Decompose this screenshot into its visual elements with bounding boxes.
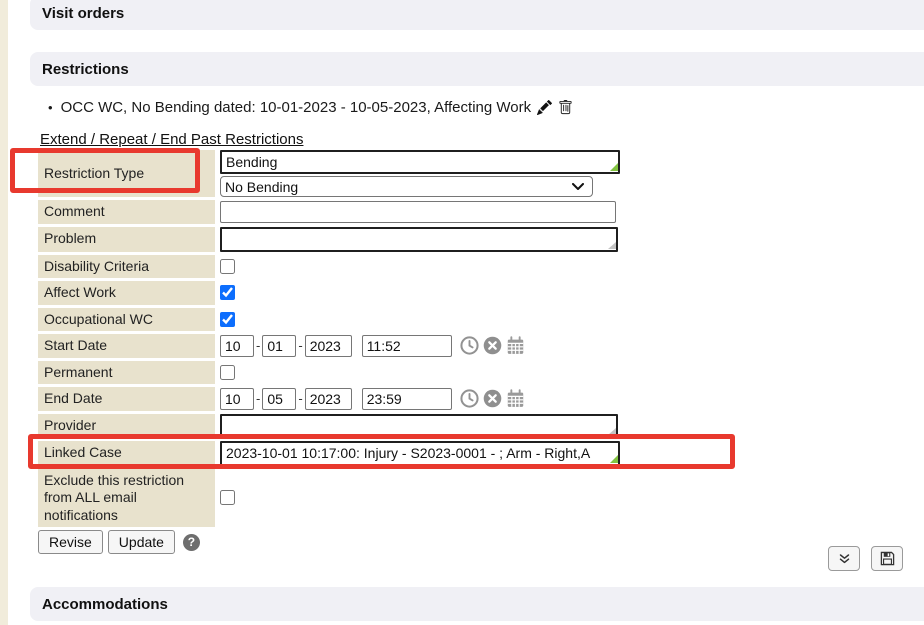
provider-label: Provider [38,414,215,438]
update-button[interactable]: Update [108,530,175,554]
edit-pencil-icon[interactable] [537,100,552,115]
start-month-input[interactable] [220,335,254,357]
section-visit-orders: Visit orders [30,0,924,30]
clock-icon[interactable] [460,336,479,355]
revise-button[interactable]: Revise [38,530,103,554]
permanent-label: Permanent [38,361,215,385]
linked-case-textarea[interactable]: 2023-10-01 10:17:00: Injury - S2023-0001… [220,441,620,466]
end-year-input[interactable] [305,388,352,410]
problem-textarea[interactable] [220,227,618,252]
delete-trash-icon[interactable] [558,100,573,115]
disability-criteria-label: Disability Criteria [38,255,215,279]
visit-orders-title: Visit orders [42,5,124,22]
clock-icon[interactable] [460,389,479,408]
calendar-icon[interactable] [506,389,525,408]
restriction-type-select[interactable]: No Bending [220,176,593,197]
restriction-category-textarea[interactable]: Bending [220,150,620,174]
help-icon[interactable]: ? [183,534,200,551]
date-separator: - [298,338,302,353]
end-month-input[interactable] [220,388,254,410]
restriction-list-item: • OCC WC, No Bending dated: 10-01-2023 -… [48,99,573,116]
restriction-item-text: OCC WC, No Bending dated: 10-01-2023 - 1… [61,99,532,116]
comment-label: Comment [38,200,215,224]
row-affect-work: Affect Work [38,281,678,305]
start-time-input[interactable] [362,335,452,357]
occupational-wc-label: Occupational WC [38,308,215,332]
restriction-form: Restriction Type Bending No Bending Comm… [38,150,678,554]
save-button[interactable] [871,546,903,571]
comment-input[interactable] [220,201,616,223]
affect-work-checkbox[interactable] [220,285,235,300]
exclude-email-checkbox[interactable] [220,490,235,505]
row-comment: Comment [38,200,678,224]
row-occupational-wc: Occupational WC [38,308,678,332]
save-disk-icon [880,551,895,566]
row-linked-case: Linked Case 2023-10-01 10:17:00: Injury … [38,441,678,466]
bullet-marker: • [48,100,53,115]
problem-label: Problem [38,227,215,252]
exclude-email-label: Exclude this restriction from ALL email … [38,469,215,528]
provider-textarea[interactable] [220,414,618,438]
row-end-date: End Date - - [38,387,678,411]
linked-case-label: Linked Case [38,441,215,466]
disability-criteria-checkbox[interactable] [220,259,235,274]
start-day-input[interactable] [262,335,296,357]
restriction-type-label: Restriction Type [38,150,215,197]
date-separator: - [298,391,302,406]
affect-work-label: Affect Work [38,281,215,305]
permanent-checkbox[interactable] [220,365,235,380]
calendar-icon[interactable] [506,336,525,355]
date-separator: - [256,338,260,353]
accommodations-title: Accommodations [42,596,168,613]
clear-date-icon[interactable] [483,336,502,355]
row-disability-criteria: Disability Criteria [38,255,678,279]
row-exclude-email: Exclude this restriction from ALL email … [38,469,678,528]
row-permanent: Permanent [38,361,678,385]
section-restrictions: Restrictions [30,52,924,86]
end-day-input[interactable] [262,388,296,410]
form-actions: Revise Update ? [38,530,678,554]
row-provider: Provider [38,414,678,438]
start-year-input[interactable] [305,335,352,357]
row-start-date: Start Date - - [38,334,678,358]
clear-date-icon[interactable] [483,389,502,408]
page-edge-strip [0,0,8,625]
row-problem: Problem [38,227,678,252]
occupational-wc-checkbox[interactable] [220,312,235,327]
section-accommodations: Accommodations [30,587,924,621]
end-date-label: End Date [38,387,215,411]
end-time-input[interactable] [362,388,452,410]
expand-section-button[interactable] [828,546,860,571]
extend-repeat-end-link[interactable]: Extend / Repeat / End Past Restrictions [40,131,303,148]
double-chevron-down-icon [838,553,851,565]
start-date-label: Start Date [38,334,215,358]
restrictions-title: Restrictions [42,61,129,78]
row-restriction-type: Restriction Type Bending No Bending [38,150,678,197]
date-separator: - [256,391,260,406]
